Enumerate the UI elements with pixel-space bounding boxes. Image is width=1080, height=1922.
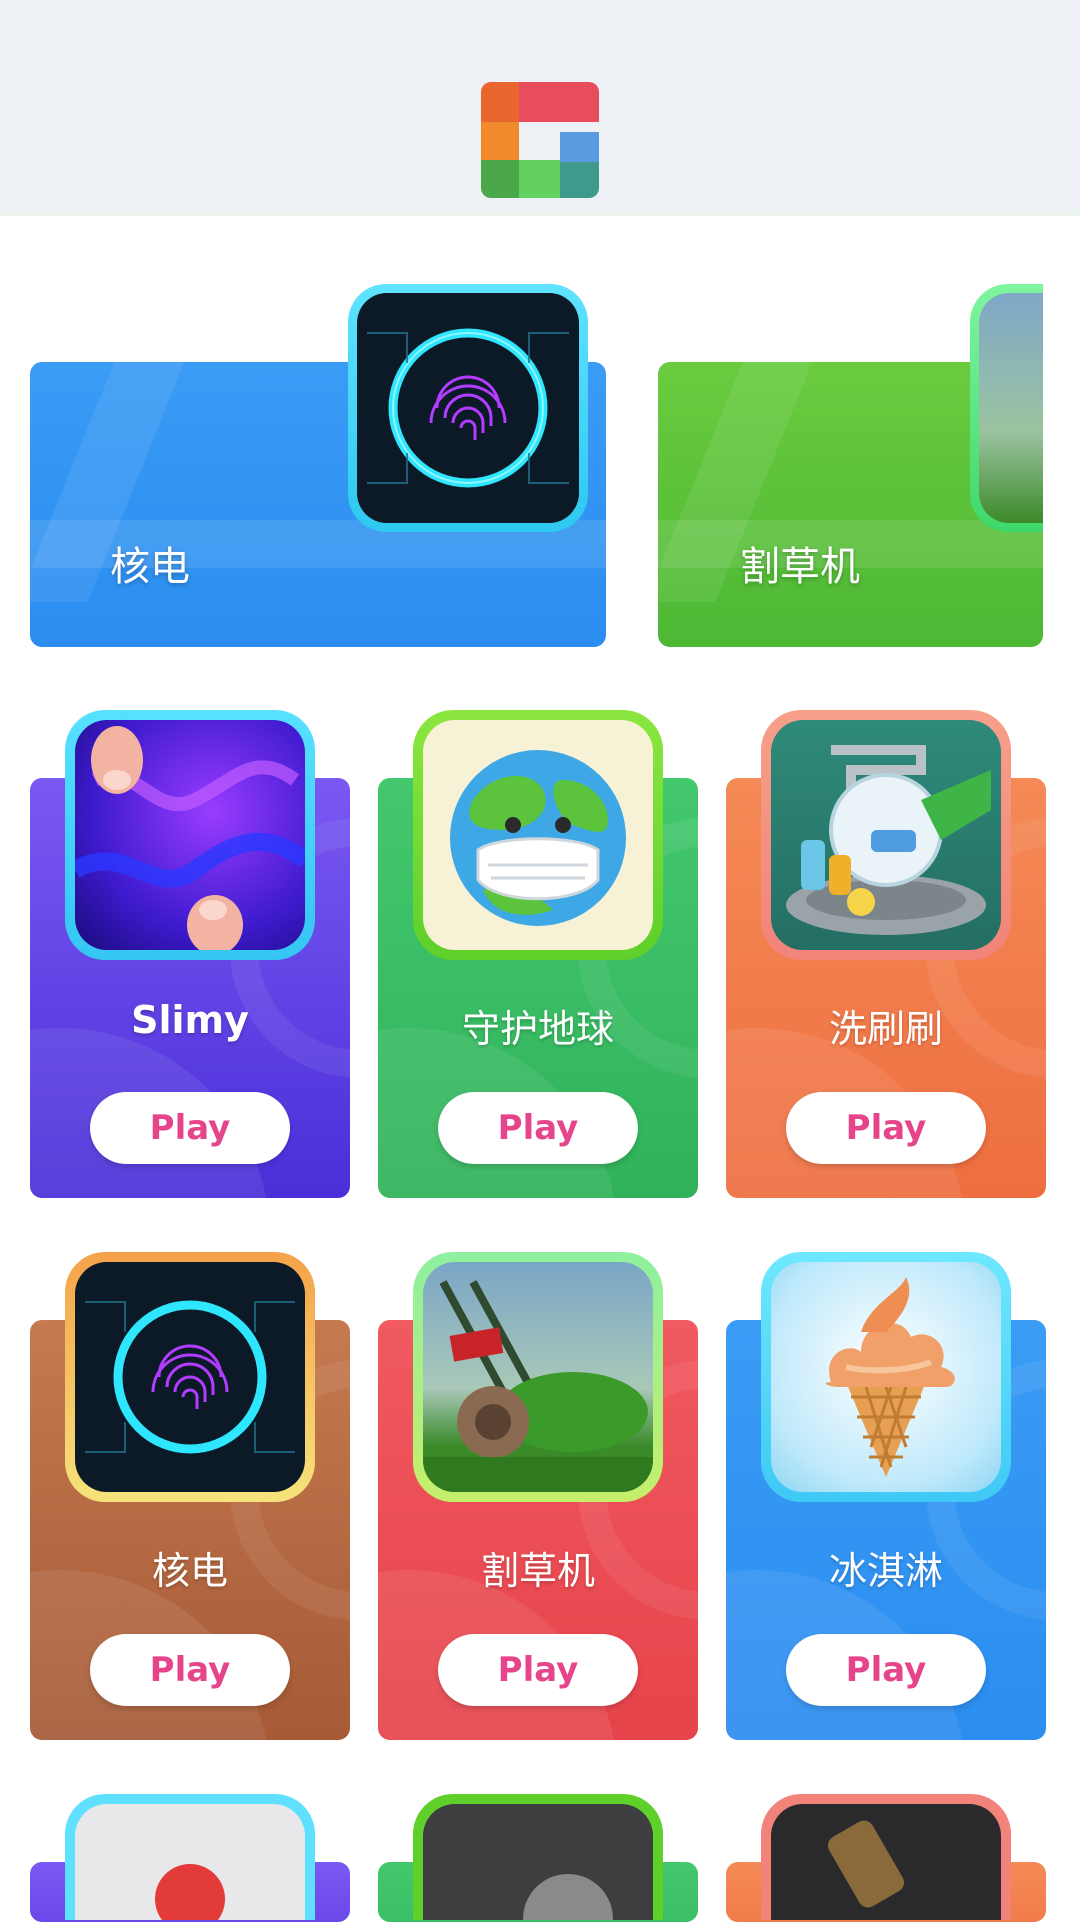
app-logo[interactable] [481, 82, 599, 198]
game-title: 洗刷刷 [828, 1007, 943, 1051]
game-thumbnail-partial-2[interactable] [413, 1794, 663, 1920]
game-title: Slimy [131, 998, 249, 1042]
play-button[interactable]: Play [90, 1634, 290, 1706]
earth-mask-icon[interactable] [413, 710, 663, 960]
play-button[interactable]: Play [786, 1634, 986, 1706]
slime-icon[interactable] [65, 710, 315, 960]
dish-washing-icon[interactable] [761, 710, 1011, 960]
ice-cream-icon[interactable] [761, 1252, 1011, 1502]
fingerprint-icon[interactable] [65, 1252, 315, 1502]
lawnmower-icon[interactable] [970, 284, 1043, 532]
play-button[interactable]: Play [786, 1092, 986, 1164]
app-header [0, 0, 1080, 216]
play-button[interactable]: Play [90, 1092, 290, 1164]
lawnmower-icon[interactable] [413, 1252, 663, 1502]
play-button[interactable]: Play [438, 1092, 638, 1164]
game-thumbnail-partial-3[interactable] [761, 1794, 1011, 1920]
featured-title: 核电 [110, 544, 190, 590]
featured-title: 割草机 [740, 544, 860, 590]
game-title: 核电 [151, 1549, 228, 1593]
game-title: 冰淇淋 [828, 1549, 943, 1593]
fingerprint-icon[interactable] [348, 284, 588, 532]
play-button[interactable]: Play [438, 1634, 638, 1706]
game-thumbnail-partial-1[interactable] [65, 1794, 315, 1920]
game-title: 守护地球 [461, 1007, 614, 1051]
games-page: 核电 割草机 Slimy Play 守护地球 Play 洗刷刷 Play 核电 … [0, 222, 1080, 1922]
game-title: 割草机 [480, 1549, 595, 1593]
